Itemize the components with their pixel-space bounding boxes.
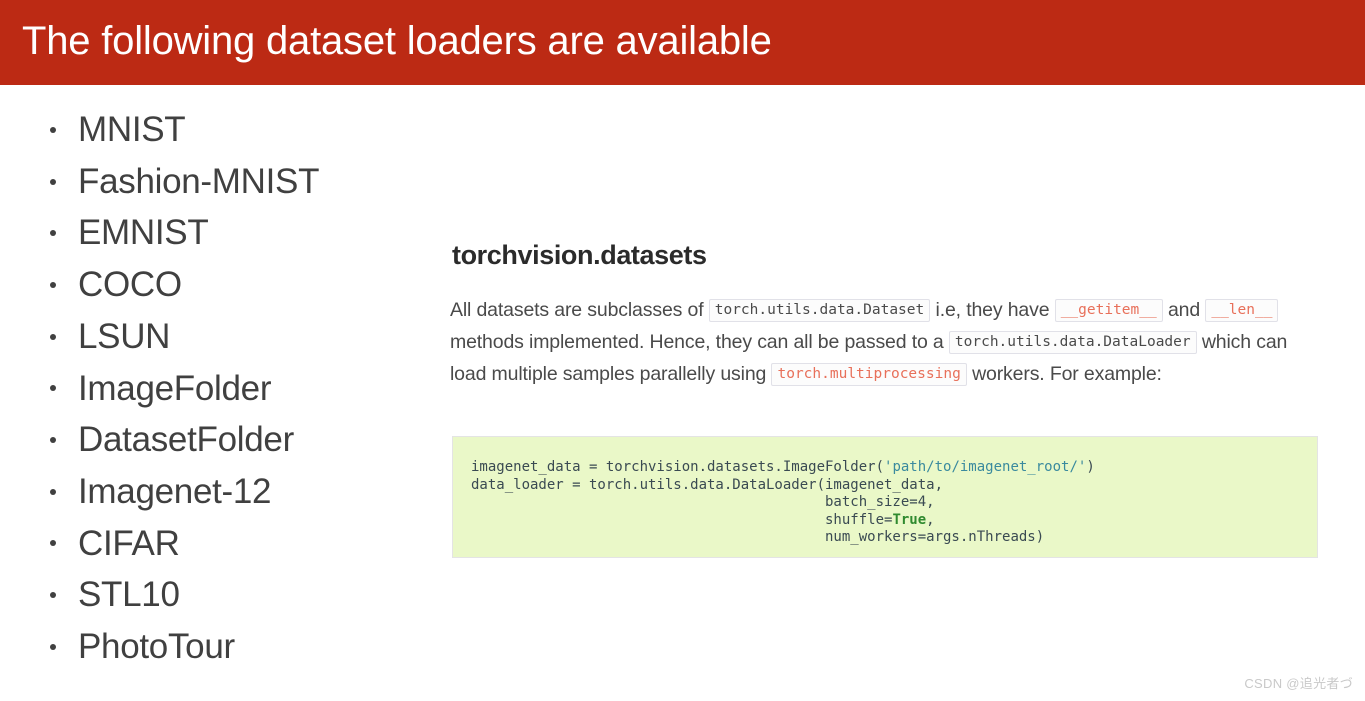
list-item: MNIST (44, 104, 444, 156)
list-item-label: EMNIST (78, 213, 209, 253)
code-line-3: batch_size=4, (471, 494, 935, 510)
list-item: EMNIST (44, 207, 444, 259)
bullet-dot-icon (50, 592, 56, 599)
list-item: Fashion-MNIST (44, 156, 444, 208)
code-sample-text: imagenet_data = torchvision.datasets.Ima… (471, 459, 1317, 547)
doc-text-fragment: workers. For example: (966, 363, 1162, 385)
list-item-label: COCO (78, 265, 182, 305)
list-item-label: CIFAR (78, 523, 180, 563)
bullet-dot-icon (50, 643, 56, 650)
list-item-label: PhotoTour (78, 627, 235, 667)
list-item-label: STL10 (78, 575, 180, 615)
list-item-label: Fashion-MNIST (78, 161, 320, 201)
bullet-dot-icon (50, 333, 56, 340)
doc-text-fragment: and (1162, 299, 1206, 321)
doc-heading: torchvision.datasets (452, 240, 707, 270)
list-item: LSUN (44, 311, 444, 363)
list-item-label: DatasetFolder (78, 420, 294, 460)
doc-text-fragment: methods implemented. Hence, they can all… (450, 331, 949, 353)
bullet-dot-icon (50, 230, 56, 237)
inline-code-len: __len__ (1205, 299, 1279, 322)
bullet-dot-icon (50, 281, 56, 288)
code-boolean-literal: True (892, 511, 927, 528)
code-line-5: num_workers=args.nThreads) (471, 529, 1045, 545)
inline-code-getitem: __getitem__ (1054, 299, 1163, 322)
list-item-label: MNIST (78, 110, 186, 149)
inline-code-dataloader: torch.utils.data.DataLoader (948, 331, 1197, 354)
list-item: STL10 (44, 569, 444, 621)
list-item: COCO (44, 259, 444, 311)
csdn-watermark: CSDN @追光者づ (1244, 676, 1353, 691)
list-item: ImageFolder (44, 363, 444, 415)
doc-text-fragment: All datasets are subclasses of (450, 299, 709, 321)
list-item: DatasetFolder (44, 414, 444, 466)
list-item: CIFAR (44, 518, 444, 570)
code-sample-block: imagenet_data = torchvision.datasets.Ima… (452, 436, 1318, 558)
bullet-dot-icon (50, 126, 56, 133)
code-line-1-part-c: ) (1086, 459, 1095, 475)
bullet-dot-icon (50, 540, 56, 547)
inline-code-dataset: torch.utils.data.Dataset (708, 299, 931, 322)
code-line-1-part-a: imagenet_data = torchvision.datasets.Ima… (471, 459, 885, 475)
list-item-label: ImageFolder (78, 368, 272, 408)
bullet-dot-icon (50, 437, 56, 444)
doc-paragraph: All datasets are subclasses of torch.uti… (450, 294, 1322, 390)
list-item: PhotoTour (44, 621, 444, 673)
code-line-4-part-a: shuffle= (471, 511, 893, 528)
list-item-label: LSUN (78, 316, 171, 356)
list-item-label: Imagenet-12 (78, 471, 272, 511)
code-line-4-part-c: , (926, 511, 935, 528)
page-title: The following dataset loaders are availa… (22, 19, 772, 63)
code-string-literal: 'path/to/imagenet_root/' (884, 459, 1087, 475)
bullet-dot-icon (50, 385, 56, 392)
list-item: Imagenet-12 (44, 466, 444, 518)
torchvision-docs-screenshot: torchvision.datasets All datasets are su… (450, 238, 1322, 390)
code-line-2: data_loader = torch.utils.data.DataLoade… (471, 476, 944, 493)
doc-text-fragment: i.e, they have (930, 299, 1055, 321)
dataset-loader-list: MNIST Fashion-MNIST EMNIST COCO LSUN Ima… (44, 104, 444, 673)
slide-header-banner: The following dataset loaders are availa… (0, 0, 1365, 85)
bullet-dot-icon (50, 178, 56, 185)
bullet-dot-icon (50, 488, 56, 495)
inline-code-multiprocessing: torch.multiprocessing (771, 363, 967, 386)
